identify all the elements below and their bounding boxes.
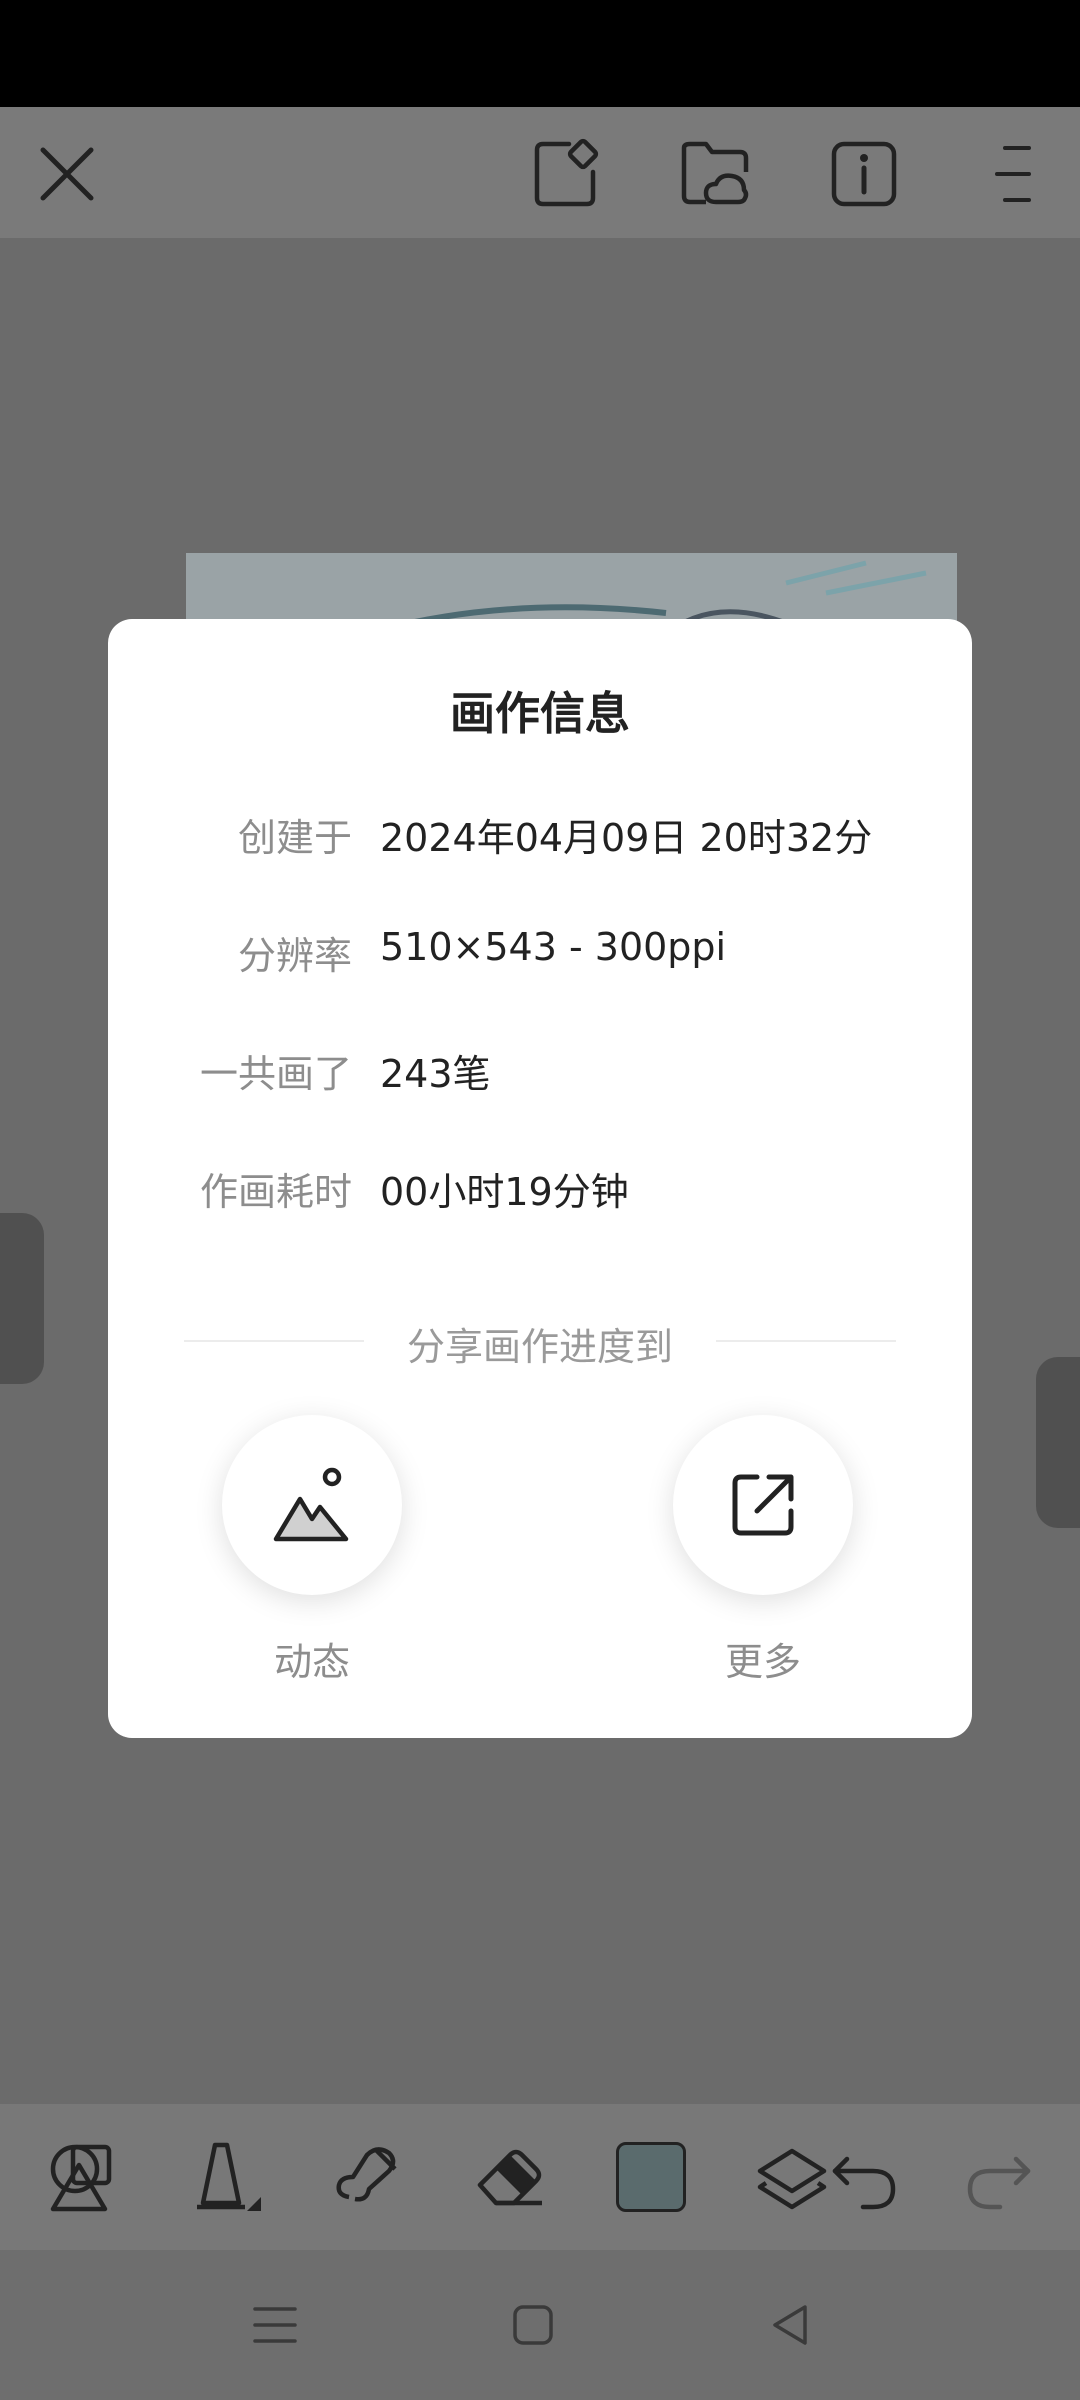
edit-note-icon[interactable] [528,137,602,211]
image-mountain-icon [273,1467,349,1542]
duration-value: 00小时19分钟 [380,1170,629,1214]
top-toolbar [0,107,1080,238]
info-row-created: 创建于 2024年04月09日 20时32分 [108,807,972,867]
share-section-header: 分享画作进度到 [184,1316,896,1369]
info-row-duration: 作画耗时 00小时19分钟 [108,1161,972,1221]
share-more-button[interactable] [673,1415,853,1595]
resolution-label: 分辨率 [237,934,352,978]
brush-icon[interactable] [180,2132,270,2222]
back-icon[interactable] [756,2290,826,2360]
resolution-value: 510×543 - 300ppi [380,925,727,969]
recents-icon[interactable] [240,2290,310,2360]
share-external-icon [732,1474,794,1536]
share-heading: 分享画作进度到 [406,1325,673,1369]
undo-icon[interactable] [820,2132,910,2222]
right-slider-handle[interactable] [1036,1357,1080,1528]
strokes-label: 一共画了 [199,1052,352,1096]
home-icon[interactable] [498,2290,568,2360]
close-icon[interactable] [30,137,104,211]
smudge-icon[interactable] [322,2132,412,2222]
system-nav-bar [0,2250,1080,2400]
shapes-icon[interactable] [38,2132,128,2222]
info-row-strokes: 一共画了 243笔 [108,1043,972,1103]
left-slider-handle[interactable] [0,1213,44,1384]
created-label: 创建于 [237,816,352,860]
duration-label: 作画耗时 [199,1170,352,1214]
share-more-label: 更多 [724,1640,801,1684]
dialog-title: 画作信息 [449,687,630,740]
redo-icon[interactable] [953,2132,1043,2222]
info-icon[interactable] [827,137,901,211]
current-color-swatch [616,2142,686,2212]
bottom-toolbar [0,2104,1080,2250]
artwork-info-dialog: 画作信息 创建于 2024年04月09日 20时32分 分辨率 510×543 … [108,619,972,1738]
eraser-icon[interactable] [465,2132,555,2222]
status-bar [0,0,1080,107]
menu-icon[interactable] [978,137,1052,211]
created-value: 2024年04月09日 20时32分 [380,816,873,860]
share-moments-label: 动态 [273,1640,350,1684]
color-swatch[interactable] [606,2132,696,2222]
strokes-value: 243笔 [380,1052,491,1096]
info-row-resolution: 分辨率 510×543 - 300ppi [108,925,972,985]
share-moments-button[interactable] [222,1415,402,1595]
cloud-folder-icon[interactable] [678,137,752,211]
